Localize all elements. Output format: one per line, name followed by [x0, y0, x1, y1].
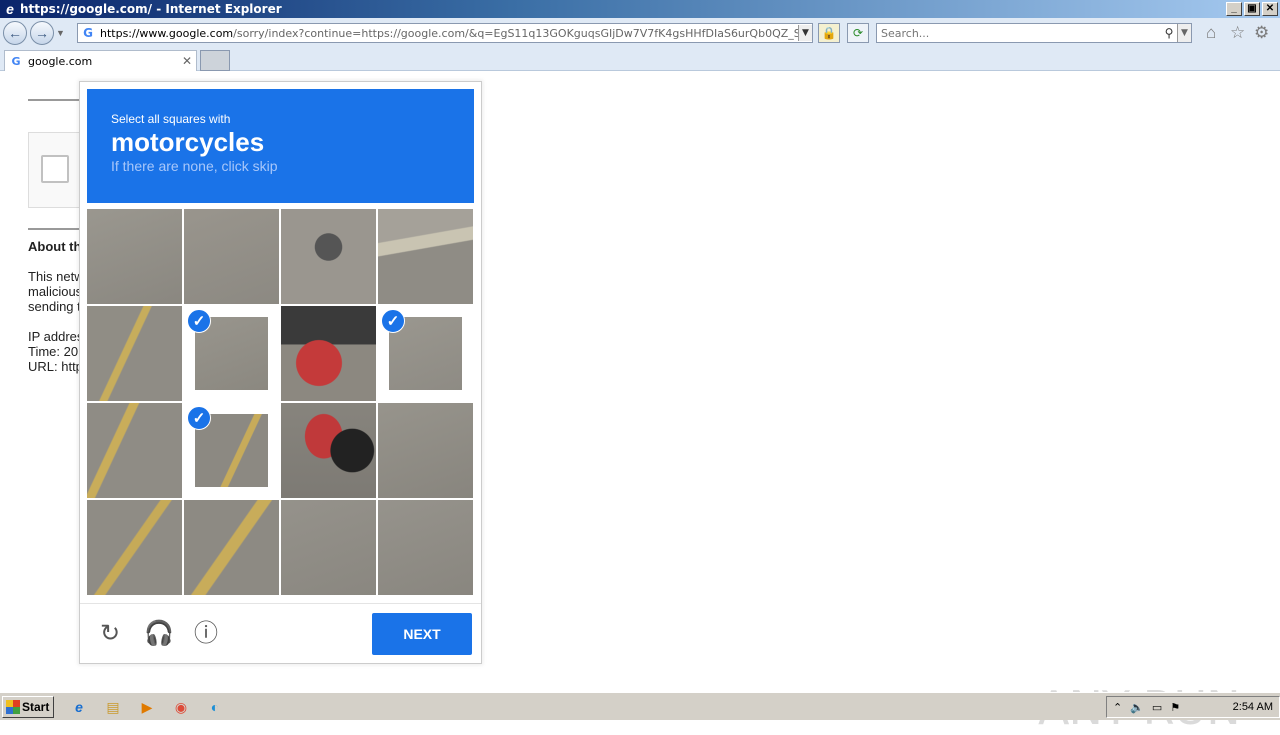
headphones-icon[interactable]: 🎧 — [144, 620, 174, 648]
grid-tile[interactable] — [281, 500, 376, 595]
grid-tile[interactable] — [281, 403, 376, 498]
system-tray: ⌃ 🔈 ▭ ⚑ 2:54 AM — [1106, 696, 1280, 718]
start-label: Start — [22, 700, 50, 714]
lock-icon[interactable]: 🔒 — [818, 23, 840, 43]
chrome-icon[interactable]: ◉ — [170, 697, 192, 717]
folder-icon[interactable]: ▤ — [102, 697, 124, 717]
search-icon[interactable]: ⚲ — [1161, 26, 1177, 40]
forward-button[interactable]: → — [30, 21, 54, 45]
checkmark-icon: ✓ — [187, 309, 211, 333]
recaptcha-challenge: Select all squares with motorcycles If t… — [79, 81, 482, 664]
address-dropdown-icon[interactable]: ▼ — [798, 25, 812, 41]
challenge-instruction: Select all squares with — [111, 112, 231, 126]
paragraph-line: sending t — [28, 299, 80, 314]
back-arrow-icon: ← — [8, 25, 22, 41]
tab-label: google.com — [28, 54, 93, 68]
ip-address-line: IP addres — [28, 329, 80, 344]
start-button[interactable]: Start — [2, 696, 54, 718]
reload-icon[interactable]: ↻ — [96, 620, 124, 648]
google-favicon-icon: G — [83, 26, 93, 40]
checkmark-icon: ✓ — [381, 309, 405, 333]
maximize-button[interactable]: ▣ — [1244, 2, 1260, 16]
tray-expand-icon[interactable]: ⌃ — [1113, 701, 1122, 714]
paragraph-line: malicious — [28, 284, 80, 299]
challenge-header: Select all squares with motorcycles If t… — [87, 89, 474, 203]
home-icon[interactable]: ⌂ — [1206, 23, 1216, 43]
about-heading: About th — [28, 239, 80, 254]
grid-tile[interactable] — [378, 403, 473, 498]
page-content: About th This netw malicious sending t I… — [0, 71, 1280, 735]
window-title: https://google.com/ - Internet Explorer — [20, 2, 282, 16]
challenge-subtext: If there are none, click skip — [111, 158, 278, 174]
search-dropdown-icon[interactable]: ▼ — [1177, 24, 1191, 42]
favorites-star-icon[interactable]: ☆ — [1230, 23, 1245, 43]
grid-tile[interactable] — [87, 306, 182, 401]
navigation-bar: ← → ▼ G https://www.google.com/sorry/ind… — [0, 18, 1280, 48]
media-player-icon[interactable]: ▶ — [136, 697, 158, 717]
search-input[interactable] — [877, 26, 1161, 40]
network-icon[interactable]: ▭ — [1152, 701, 1162, 714]
grid-tile[interactable] — [184, 209, 279, 304]
gear-icon[interactable]: ⚙ — [1254, 23, 1269, 43]
grid-tile[interactable] — [378, 500, 473, 595]
grid-tile[interactable] — [281, 209, 376, 304]
volume-icon[interactable]: 🔈 — [1130, 701, 1144, 714]
address-bar[interactable]: G https://www.google.com/sorry/index?con… — [77, 23, 813, 43]
grid-tile[interactable] — [378, 209, 473, 304]
info-icon[interactable]: ⓘ — [192, 620, 220, 648]
new-tab-button[interactable] — [200, 50, 230, 71]
search-box[interactable]: ⚲ ▼ — [876, 23, 1192, 43]
history-dropdown-icon[interactable]: ▼ — [56, 28, 66, 38]
refresh-icon[interactable]: ⟳ — [847, 23, 869, 43]
image-grid: ✓ ✓ ✓ — [87, 209, 474, 595]
grid-tile-selected[interactable]: ✓ — [378, 306, 473, 401]
ie-taskbar-icon[interactable]: e — [68, 697, 90, 717]
url-path: /sorry/index?continue=https://google.com… — [233, 26, 798, 40]
back-button[interactable]: ← — [3, 21, 27, 45]
url-domain: https://www.google.com — [100, 26, 234, 40]
grid-tile[interactable] — [281, 306, 376, 401]
windows-flag-icon — [6, 700, 20, 714]
grid-tile-selected[interactable]: ✓ — [184, 306, 279, 401]
ie-logo-icon: e — [6, 1, 14, 17]
close-tab-icon[interactable]: ✕ — [182, 54, 196, 68]
clock[interactable]: 2:54 AM — [1233, 701, 1273, 713]
window-titlebar: e https://google.com/ - Internet Explore… — [0, 0, 1280, 18]
tab-bar: G google.com ✕ — [0, 48, 1280, 71]
challenge-footer: ↻ 🎧 ⓘ NEXT — [80, 603, 481, 663]
grid-tile[interactable] — [87, 209, 182, 304]
grid-tile[interactable] — [87, 500, 182, 595]
edge-icon[interactable]: ◐ — [204, 697, 226, 717]
taskbar: Start e ▤ ▶ ◉ ◐ ⌃ 🔈 ▭ ⚑ 2:54 AM — [0, 692, 1280, 720]
url-line: URL: http — [28, 359, 80, 374]
address-url[interactable]: https://www.google.com/sorry/index?conti… — [100, 27, 798, 40]
action-center-flag-icon[interactable]: ⚑ — [1170, 701, 1180, 714]
grid-tile[interactable] — [184, 500, 279, 595]
close-button[interactable]: ✕ — [1262, 2, 1278, 16]
challenge-target: motorcycles — [111, 127, 265, 157]
checkmark-icon: ✓ — [187, 406, 211, 430]
tab-google[interactable]: G google.com ✕ — [4, 50, 197, 71]
google-favicon-icon: G — [11, 54, 21, 68]
time-line: Time: 20 — [28, 344, 79, 359]
paragraph-line: This netw — [28, 269, 80, 284]
minimize-button[interactable]: _ — [1226, 2, 1242, 16]
recaptcha-checkbox[interactable] — [41, 155, 69, 183]
grid-tile-selected[interactable]: ✓ — [184, 403, 279, 498]
grid-tile[interactable] — [87, 403, 182, 498]
forward-arrow-icon: → — [35, 25, 49, 41]
next-button[interactable]: NEXT — [372, 613, 472, 655]
